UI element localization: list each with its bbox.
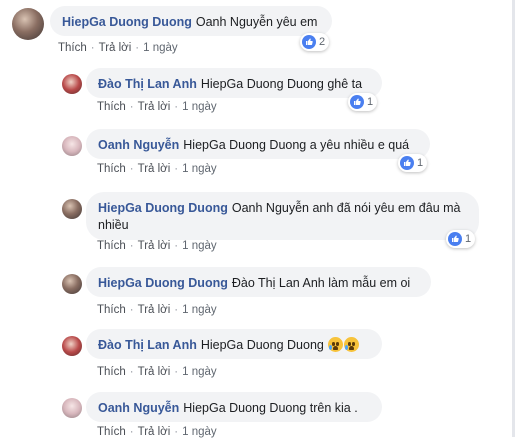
reaction-number: 1 (367, 96, 374, 108)
like-link[interactable]: Thích (97, 426, 126, 438)
comment-actions: Thích · Trả lời · 1 ngày (97, 366, 217, 378)
timestamp[interactable]: 1 ngày (143, 42, 178, 54)
timestamp[interactable]: 1 ngày (182, 101, 217, 113)
comment-actions: Thích · Trả lời · 1 ngày (97, 240, 217, 252)
comment-bubble: Đào Thị Lan Anh HiepGa Duong Duong ghê ta (86, 68, 382, 98)
reply-link[interactable]: Trả lời (138, 163, 171, 175)
avatar[interactable] (62, 274, 82, 294)
like-link[interactable]: Thích (97, 366, 126, 378)
reply-link[interactable]: Trả lời (138, 240, 171, 252)
avatar[interactable] (62, 136, 82, 156)
avatar[interactable] (62, 336, 82, 356)
like-link[interactable]: Thích (97, 240, 126, 252)
commenter-name[interactable]: HiepGa Duong Duong (98, 201, 228, 215)
like-link[interactable]: Thích (97, 163, 126, 175)
like-link[interactable]: Thích (97, 304, 126, 316)
avatar[interactable] (62, 199, 82, 219)
crying-emoji-icon (328, 337, 344, 352)
comment-bubble: Oanh Nguyễn HiepGa Duong Duong trên kia . (86, 392, 382, 422)
commenter-name[interactable]: Oanh Nguyễn (98, 401, 179, 415)
avatar[interactable] (62, 398, 82, 418)
commenter-name[interactable]: HiepGa Duong Duong (98, 276, 228, 290)
comment-actions: Thích · Trả lời · 1 ngày (97, 426, 217, 438)
comment-bubble: HiepGa Duong Duong Oanh Nguyễn yêu em (50, 6, 332, 36)
commenter-name[interactable]: Oanh Nguyễn (98, 138, 179, 152)
comment-text: HiepGa Duong Duong ghê ta (200, 77, 363, 91)
comment-bubble: HiepGa Duong Duong Oanh Nguyễn anh đã nói… (86, 192, 479, 240)
comment-actions: Thích · Trả lời · 1 ngày (58, 42, 178, 54)
reply-link[interactable]: Trả lời (138, 366, 171, 378)
like-icon (448, 232, 462, 246)
comment-text: HiepGa Duong Duong (200, 338, 324, 352)
timestamp[interactable]: 1 ngày (182, 163, 217, 175)
like-icon (302, 35, 316, 49)
like-icon (350, 95, 364, 109)
comment-text: HiepGa Duong Duong trên kia . (183, 401, 358, 415)
timestamp[interactable]: 1 ngày (182, 426, 217, 438)
reaction-count[interactable]: 1 (398, 154, 428, 172)
reaction-number: 1 (465, 233, 472, 245)
reply-link[interactable]: Trả lời (138, 426, 171, 438)
reaction-number: 1 (417, 157, 424, 169)
timestamp[interactable]: 1 ngày (182, 240, 217, 252)
like-link[interactable]: Thích (58, 42, 87, 54)
avatar[interactable] (12, 8, 44, 40)
commenter-name[interactable]: Đào Thị Lan Anh (98, 338, 197, 352)
reply-link[interactable]: Trả lời (138, 304, 171, 316)
reaction-count[interactable]: 2 (300, 33, 330, 51)
timestamp[interactable]: 1 ngày (182, 366, 217, 378)
timestamp[interactable]: 1 ngày (182, 304, 217, 316)
comment-text: Đào Thị Lan Anh làm mẫu em oi (231, 276, 411, 290)
like-link[interactable]: Thích (97, 101, 126, 113)
commenter-name[interactable]: Đào Thị Lan Anh (98, 77, 197, 91)
comment-actions: Thích · Trả lời · 1 ngày (97, 304, 217, 316)
comment-text: HiepGa Duong Duong a yêu nhiều e quá (183, 138, 410, 152)
comment-bubble: HiepGa Duong Duong Đào Thị Lan Anh làm mẫ… (86, 267, 431, 297)
reaction-number: 2 (319, 36, 326, 48)
comment-bubble: Đào Thị Lan Anh HiepGa Duong Duong (86, 329, 382, 359)
avatar[interactable] (62, 74, 82, 94)
comment-actions: Thích · Trả lời · 1 ngày (97, 163, 217, 175)
reply-link[interactable]: Trả lời (138, 101, 171, 113)
comment-text: Oanh Nguyễn yêu em (195, 15, 318, 29)
reply-link[interactable]: Trả lời (99, 42, 132, 54)
crying-emoji-icon (344, 337, 360, 352)
commenter-name[interactable]: HiepGa Duong Duong (62, 15, 192, 29)
like-icon (400, 156, 414, 170)
comment-actions: Thích · Trả lời · 1 ngày (97, 101, 217, 113)
reaction-count[interactable]: 1 (348, 93, 378, 111)
reaction-count[interactable]: 1 (446, 230, 476, 248)
comment-bubble: Oanh Nguyễn HiepGa Duong Duong a yêu nhiề… (86, 129, 430, 159)
